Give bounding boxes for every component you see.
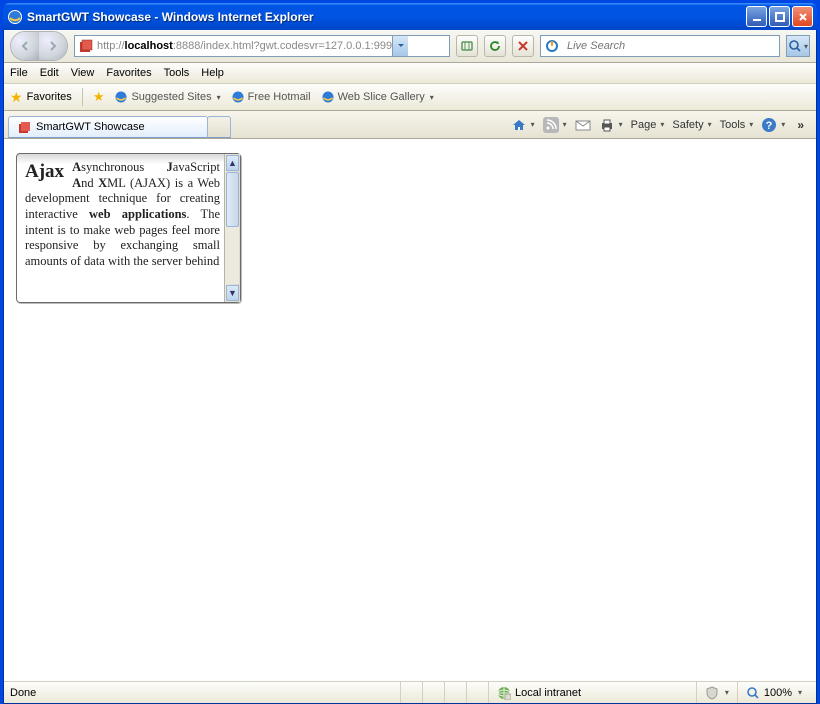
suggested-sites-link[interactable]: Suggested Sites▾ (114, 90, 220, 104)
ie-small-icon (114, 90, 128, 104)
new-tab-button[interactable] (207, 116, 231, 138)
scroll-thumb[interactable] (226, 172, 239, 227)
menu-help[interactable]: Help (201, 67, 224, 79)
ajax-text: Ajax Asynchronous JavaScript And XML (AJ… (17, 154, 224, 302)
window-frame: SmartGWT Showcase - Windows Internet Exp… (0, 0, 820, 704)
intranet-icon (497, 686, 511, 700)
bing-icon (545, 39, 559, 53)
command-bar: ▾ ▾ ▾ Page▾ Safety▾ Tools▾ ?▾ » (511, 117, 812, 133)
stop-button[interactable] (512, 35, 534, 57)
security-zone[interactable]: Local intranet (488, 682, 589, 703)
url-path: :8888/index.html?gwt.codesvr=127.0.0.1:9… (173, 40, 392, 52)
menu-edit[interactable]: Edit (40, 67, 59, 79)
zoom-control[interactable]: 100% ▾ (737, 682, 810, 703)
forward-button[interactable] (39, 32, 67, 60)
feeds-button[interactable]: ▾ (543, 117, 567, 133)
free-hotmail-label: Free Hotmail (248, 91, 311, 103)
scroll-down-button[interactable]: ▼ (226, 285, 239, 301)
address-dropdown[interactable] (392, 36, 408, 56)
status-message: Done (10, 687, 400, 699)
tab-active[interactable]: SmartGWT Showcase (8, 116, 208, 138)
maximize-button[interactable] (769, 6, 790, 27)
tab-title: SmartGWT Showcase (36, 121, 145, 133)
ie-small-icon (321, 90, 335, 104)
favorites-label: Favorites (27, 91, 72, 103)
nav-toolbar: http://localhost:8888/index.html?gwt.cod… (4, 30, 816, 63)
tools-menu[interactable]: Tools▾ (720, 119, 754, 131)
toolbar-overflow[interactable]: » (793, 118, 808, 132)
status-bar: Done Local intranet ▾ 100% ▾ (4, 681, 816, 703)
menu-favorites[interactable]: Favorites (106, 67, 151, 79)
zoom-value: 100% (764, 687, 792, 699)
menu-bar: File Edit View Favorites Tools Help (4, 63, 816, 84)
menu-tools[interactable]: Tools (164, 67, 190, 79)
tab-strip: SmartGWT Showcase ▾ ▾ ▾ Page▾ Safety▾ To… (4, 111, 816, 139)
search-box[interactable] (540, 35, 780, 57)
menu-view[interactable]: View (71, 67, 95, 79)
close-button[interactable] (792, 6, 813, 27)
back-button[interactable] (11, 32, 39, 60)
ie-small-icon (231, 90, 245, 104)
safety-menu[interactable]: Safety▾ (672, 119, 711, 131)
star-icon: ★ (10, 89, 23, 106)
home-button[interactable]: ▾ (511, 117, 535, 133)
address-bar[interactable]: http://localhost:8888/index.html?gwt.cod… (74, 35, 450, 57)
titlebar[interactable]: SmartGWT Showcase - Windows Internet Exp… (3, 3, 817, 30)
add-favorite-icon[interactable]: ★ (93, 89, 105, 105)
zone-label: Local intranet (515, 687, 581, 699)
search-go-button[interactable]: ▾ (786, 35, 810, 57)
tab-favicon (17, 120, 31, 134)
panel-scrollbar[interactable]: ▲ ▼ (224, 154, 240, 302)
client-area: http://localhost:8888/index.html?gwt.cod… (3, 30, 817, 704)
page-content: Ajax Asynchronous JavaScript And XML (AJ… (4, 139, 816, 681)
links-bar: ★ Favorites ★ Suggested Sites▾ Free Hotm… (4, 84, 816, 111)
protected-mode[interactable]: ▾ (696, 682, 737, 703)
shield-icon (705, 686, 719, 700)
window-title: SmartGWT Showcase - Windows Internet Exp… (27, 10, 746, 24)
refresh-button[interactable] (484, 35, 506, 57)
menu-file[interactable]: File (10, 67, 28, 79)
favorites-button[interactable]: ★ Favorites (10, 89, 72, 106)
zoom-icon (746, 686, 760, 700)
free-hotmail-link[interactable]: Free Hotmail (231, 90, 311, 104)
ie-logo-icon (7, 9, 23, 25)
ajax-panel: Ajax Asynchronous JavaScript And XML (AJ… (16, 153, 241, 303)
print-button[interactable]: ▾ (599, 117, 623, 133)
compat-view-button[interactable] (456, 35, 478, 57)
site-icon (78, 38, 94, 54)
ajax-lead: Ajax (25, 160, 64, 184)
page-menu[interactable]: Page▾ (631, 119, 665, 131)
scroll-up-button[interactable]: ▲ (226, 155, 239, 171)
web-slice-label: Web Slice Gallery (338, 91, 425, 103)
help-button[interactable]: ?▾ (761, 117, 785, 133)
search-input[interactable] (563, 40, 779, 52)
suggested-sites-label: Suggested Sites (131, 91, 211, 103)
url-host: localhost (125, 40, 173, 52)
svg-text:?: ? (766, 120, 773, 132)
scroll-track[interactable] (226, 172, 239, 284)
read-mail-button[interactable] (575, 118, 591, 132)
web-slice-gallery-link[interactable]: Web Slice Gallery▾ (321, 90, 434, 104)
url-protocol: http:// (97, 40, 125, 52)
minimize-button[interactable] (746, 6, 767, 27)
